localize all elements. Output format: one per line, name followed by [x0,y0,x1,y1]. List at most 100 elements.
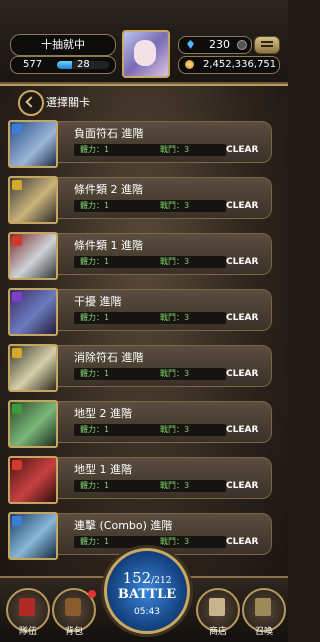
summon-label: 召喚 [254,627,273,637]
stage-thumbnail [8,232,58,280]
stamina-cost: 體力：1 [80,369,110,378]
shop-button[interactable]: 商店 [196,588,240,637]
water-icon [12,124,22,134]
battle-label: BATTLE [117,587,177,602]
add-gem-icon[interactable] [237,40,247,50]
shop-icon [209,598,225,616]
exp-percent: 28 [77,59,90,70]
page-title: 選擇關卡 [46,96,90,109]
stage-thumbnail [8,456,58,504]
stage-name: 地型 2 進階 [74,407,132,420]
water-icon [12,516,22,526]
team-icon [19,598,35,616]
stage-stats: 體力：1 戰鬥：3 [74,480,226,492]
battle-count: 戰鬥：3 [160,201,190,210]
stage-item[interactable]: 連擊 (Combo) 進階 體力：1 戰鬥：3 CLEAR [8,512,272,560]
stage-stats: 體力：1 戰鬥：3 [74,312,226,324]
menu-icon-line [261,41,273,43]
stage-thumbnail [8,512,58,560]
stage-item[interactable]: 消除符石 進階 體力：1 戰鬥：3 CLEAR [8,344,272,392]
stage-thumbnail [8,400,58,448]
stage-stats: 體力：1 戰鬥：3 [74,256,226,268]
hud-divider [0,84,288,86]
stamina-timer: 05:43 [134,607,160,617]
stage-name: 負面符石 進階 [74,127,144,140]
coin-value: 2,452,336,751 [203,59,277,70]
battle-count: 戰鬥：3 [160,257,190,266]
battle-count: 戰鬥：3 [160,369,190,378]
clear-badge: CLEAR [226,425,259,435]
battle-count: 戰鬥：3 [160,481,190,490]
battle-count: 戰鬥：3 [160,313,190,322]
battle-count: 戰鬥：3 [160,537,190,546]
stamina-cost: 體力：1 [80,313,110,322]
top-hud: 十抽就中 577 28 230 2,452,336,751 [0,0,288,86]
stamina-cost: 體力：1 [80,145,110,154]
stage-stats: 體力：1 戰鬥：3 [74,424,226,436]
stage-item[interactable]: 條件類 2 進階 體力：1 戰鬥：3 CLEAR [8,176,272,224]
clear-badge: CLEAR [226,537,259,547]
bag-button[interactable]: 背包 [52,588,96,637]
dark-icon [12,292,22,302]
stamina-display: 152/212 [107,569,187,587]
stamina-cost: 體力：1 [80,257,110,266]
stamina-max: /212 [151,576,172,586]
stage-name: 地型 1 進階 [74,463,132,476]
stage-name: 消除符石 進階 [74,351,144,364]
clear-badge: CLEAR [226,257,259,267]
stage-name: 條件類 1 進階 [74,239,143,252]
stage-item[interactable]: 地型 2 進階 體力：1 戰鬥：3 CLEAR [8,400,272,448]
stage-thumbnail [8,344,58,392]
bag-icon [65,598,81,616]
stage-thumbnail [8,176,58,224]
back-button[interactable] [18,90,44,116]
summon-icon [255,598,271,616]
stamina-cost: 體力：1 [80,537,110,546]
shop-label: 商店 [208,627,227,637]
stage-thumbnail [8,288,58,336]
clear-badge: CLEAR [226,481,259,491]
clear-badge: CLEAR [226,313,259,323]
stage-stats: 體力：1 戰鬥：3 [74,144,226,156]
notification-dot [88,590,96,598]
stamina-cost: 體力：1 [80,481,110,490]
stage-stats: 體力：1 戰鬥：3 [74,368,226,380]
stage-header: 選擇關卡 [0,88,288,116]
stage-stats: 體力：1 戰鬥：3 [74,200,226,212]
bag-label: 背包 [64,627,83,637]
light-icon [12,348,22,358]
stage-name: 連擊 (Combo) 進階 [74,519,173,532]
stage-thumbnail [8,120,58,168]
clear-badge: CLEAR [226,201,259,211]
battle-button[interactable]: 152/212 BATTLE 05:43 [104,548,190,634]
menu-button[interactable] [254,36,280,54]
stamina-cost: 體力：1 [80,201,110,210]
stage-name: 干擾 進階 [74,295,122,308]
gem-value: 230 [209,38,230,51]
stage-item[interactable]: 干擾 進階 體力：1 戰鬥：3 CLEAR [8,288,272,336]
battle-count: 戰鬥：3 [160,145,190,154]
stamina-cost: 體力：1 [80,425,110,434]
stage-stats: 體力：1 戰鬥：3 [74,536,226,548]
coin-icon [185,60,194,69]
menu-icon-line [261,45,273,47]
level-exp-box: 577 28 [10,56,116,74]
stamina-value: 152 [122,569,152,587]
level-value: 577 [23,59,43,70]
stage-item[interactable]: 條件類 1 進階 體力：1 戰鬥：3 CLEAR [8,232,272,280]
fire-icon [12,236,22,246]
stage-item[interactable]: 負面符石 進階 體力：1 戰鬥：3 CLEAR [8,120,272,168]
player-avatar[interactable] [122,30,170,78]
team-button[interactable]: 隊伍 [6,588,50,637]
wood-icon [12,404,22,414]
status-message[interactable]: 十抽就中 [10,34,116,56]
coin-counter: 2,452,336,751 [178,56,280,74]
clear-badge: CLEAR [226,145,259,155]
battle-count: 戰鬥：3 [160,425,190,434]
avatar-portrait [134,40,156,66]
gem-icon [187,40,194,49]
summon-button[interactable]: 召喚 [242,588,286,637]
stage-item[interactable]: 地型 1 進階 體力：1 戰鬥：3 CLEAR [8,456,272,504]
exp-fill [57,61,72,69]
gem-counter[interactable]: 230 [178,36,252,54]
